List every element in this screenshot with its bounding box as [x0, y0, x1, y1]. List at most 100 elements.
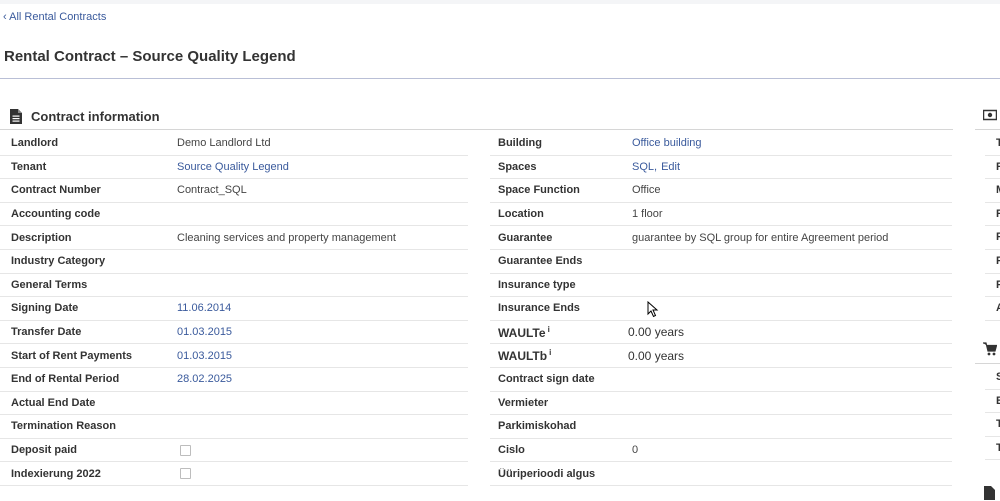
- field-value-text[interactable]: SQL,: [632, 161, 657, 173]
- side-panel-row: A: [985, 297, 1000, 321]
- contract-fields-left: Landlord Demo Landlord Ltd Tenant Source Qu…: [0, 132, 468, 486]
- info-icon[interactable]: i: [549, 348, 551, 357]
- field-value-signing-date: 11.06.2014: [177, 302, 231, 314]
- field-row-signing-date: Signing Date 11.06.2014: [0, 297, 468, 321]
- side-panel-row: E: [985, 390, 1000, 414]
- field-label-text: Üüriperioodi algus: [498, 467, 596, 480]
- field-value-text[interactable]: Source Quality Legend: [177, 161, 289, 173]
- field-label-text: General Terms: [11, 278, 88, 291]
- field-label-text: End of Rental Period: [11, 373, 120, 386]
- page-title: Rental Contract – Source Quality Legend: [4, 48, 296, 65]
- section-divider: [0, 129, 953, 130]
- field-value-landlord: Demo Landlord Ltd: [177, 137, 271, 149]
- field-row-spaces: Spaces SQL, Edit: [490, 156, 952, 180]
- field-label-text: Start of Rent Payments: [11, 349, 133, 362]
- field-row-actual-end-date: Actual End Date: [0, 392, 468, 416]
- field-label: Transfer Date: [0, 326, 177, 338]
- field-row-contract-number: Contract Number Contract_SQL: [0, 179, 468, 203]
- checkbox-deposit-paid[interactable]: [180, 444, 191, 456]
- field-row-waultb: WAULTb i 0.00 years: [490, 344, 952, 368]
- field-label-text: Contract sign date: [498, 373, 595, 386]
- field-row-insurance-type: Insurance type: [490, 274, 952, 298]
- field-label-text: Insurance Ends: [498, 302, 580, 315]
- field-value-end-of-rental-period: 28.02.2025: [177, 373, 232, 385]
- field-label: WAULTe i: [490, 325, 632, 340]
- field-value-text[interactable]: Office building: [632, 137, 702, 149]
- field-row-landlord: Landlord Demo Landlord Ltd: [0, 132, 468, 156]
- field-row-end-of-rental-period: End of Rental Period 28.02.2025: [0, 368, 468, 392]
- field-label: Industry Category: [0, 255, 177, 267]
- field-label-text: Guarantee Ends: [498, 255, 583, 268]
- field-label-text: Deposit paid: [11, 444, 78, 457]
- side-divider: [975, 129, 1000, 130]
- field-value-text: 01.03.2015: [177, 349, 233, 362]
- field-label-text: Cislo: [498, 444, 525, 457]
- field-row-parkimiskohad: Parkimiskohad: [490, 415, 952, 439]
- side-panel-row: T: [985, 132, 1000, 156]
- field-value-text: 0: [632, 444, 639, 457]
- side-panel-row: P: [985, 250, 1000, 274]
- field-value-tenant[interactable]: Source Quality Legend: [177, 161, 289, 173]
- field-row-uuriperioodi-algus: Üüriperioodi algus: [490, 462, 952, 486]
- field-value-text: Office: [632, 184, 661, 197]
- field-row-indexierung-2022: Indexierung 2022: [0, 462, 468, 486]
- document-icon: [984, 486, 995, 500]
- field-label: Cislo: [490, 444, 632, 456]
- field-label: Accounting code: [0, 208, 177, 220]
- field-label-text: Contract Number: [11, 184, 101, 197]
- money-icon: [983, 109, 997, 121]
- field-row-tenant: Tenant Source Quality Legend: [0, 156, 468, 180]
- field-label: Building: [490, 137, 632, 149]
- contract-fields-right: Building Office building Spaces SQL, Edit Spa…: [490, 132, 952, 486]
- field-value-building[interactable]: Office building: [632, 137, 702, 149]
- field-value-text: 0.00 years: [628, 348, 685, 363]
- field-label-text: Vermieter: [498, 396, 549, 409]
- side-panel-row: R: [985, 156, 1000, 180]
- side-panel-row: M: [985, 179, 1000, 203]
- field-row-space-function: Space Function Office: [490, 179, 952, 203]
- field-label: Vermieter: [490, 397, 632, 409]
- field-row-cislo: Cislo 0: [490, 439, 952, 463]
- field-label: Tenant: [0, 161, 177, 173]
- document-icon: [10, 108, 22, 124]
- field-label-text: WAULTb: [498, 349, 548, 364]
- field-label: Space Function: [490, 184, 632, 196]
- field-value-start-of-rent-payments: 01.03.2015: [177, 350, 232, 362]
- field-value-spaces[interactable]: SQL, Edit: [632, 161, 680, 173]
- field-value-contract-number: Contract_SQL: [177, 184, 247, 196]
- back-to-contracts-link[interactable]: ‹ All Rental Contracts: [3, 11, 106, 23]
- side-panel-row: P: [985, 274, 1000, 298]
- field-label-text: Indexierung 2022: [11, 467, 101, 480]
- field-label-text: WAULTe: [498, 325, 546, 340]
- info-icon[interactable]: i: [548, 325, 550, 334]
- field-row-vermieter: Vermieter: [490, 392, 952, 416]
- edit-spaces-link[interactable]: Edit: [661, 161, 680, 173]
- field-label: Location: [490, 208, 632, 220]
- field-label-text: Accounting code: [11, 208, 101, 221]
- field-row-general-terms: General Terms: [0, 274, 468, 298]
- field-label: Start of Rent Payments: [0, 350, 177, 362]
- field-label: WAULTb i: [490, 348, 632, 363]
- field-value-text: Cleaning services and property managemen…: [177, 231, 396, 244]
- field-value-description: Cleaning services and property managemen…: [177, 232, 396, 244]
- field-label: Contract sign date: [490, 373, 632, 385]
- side-divider: [975, 363, 1000, 364]
- field-row-guarantee-ends: Guarantee Ends: [490, 250, 952, 274]
- field-label-text: Landlord: [11, 137, 59, 150]
- field-label: Indexierung 2022: [0, 468, 177, 480]
- field-value-location: 1 floor: [632, 208, 663, 220]
- field-label-text: Insurance type: [498, 278, 576, 291]
- field-value-space-function: Office: [632, 184, 661, 196]
- side-panel-row: P: [985, 226, 1000, 250]
- cart-icon: [983, 342, 997, 356]
- field-label-text: Industry Category: [11, 255, 106, 268]
- mouse-cursor-icon: [647, 301, 659, 318]
- field-value-guarantee: guarantee by SQL group for entire Agreem…: [632, 232, 888, 244]
- field-row-contract-sign-date: Contract sign date: [490, 368, 952, 392]
- field-label-text: Location: [498, 208, 544, 221]
- field-label-text: Spaces: [498, 160, 537, 173]
- checkbox-indexierung-2022[interactable]: [180, 468, 191, 480]
- field-value-text: Demo Landlord Ltd: [177, 137, 271, 150]
- field-label-text: Actual End Date: [11, 396, 96, 409]
- side-panel-row: S: [985, 366, 1000, 390]
